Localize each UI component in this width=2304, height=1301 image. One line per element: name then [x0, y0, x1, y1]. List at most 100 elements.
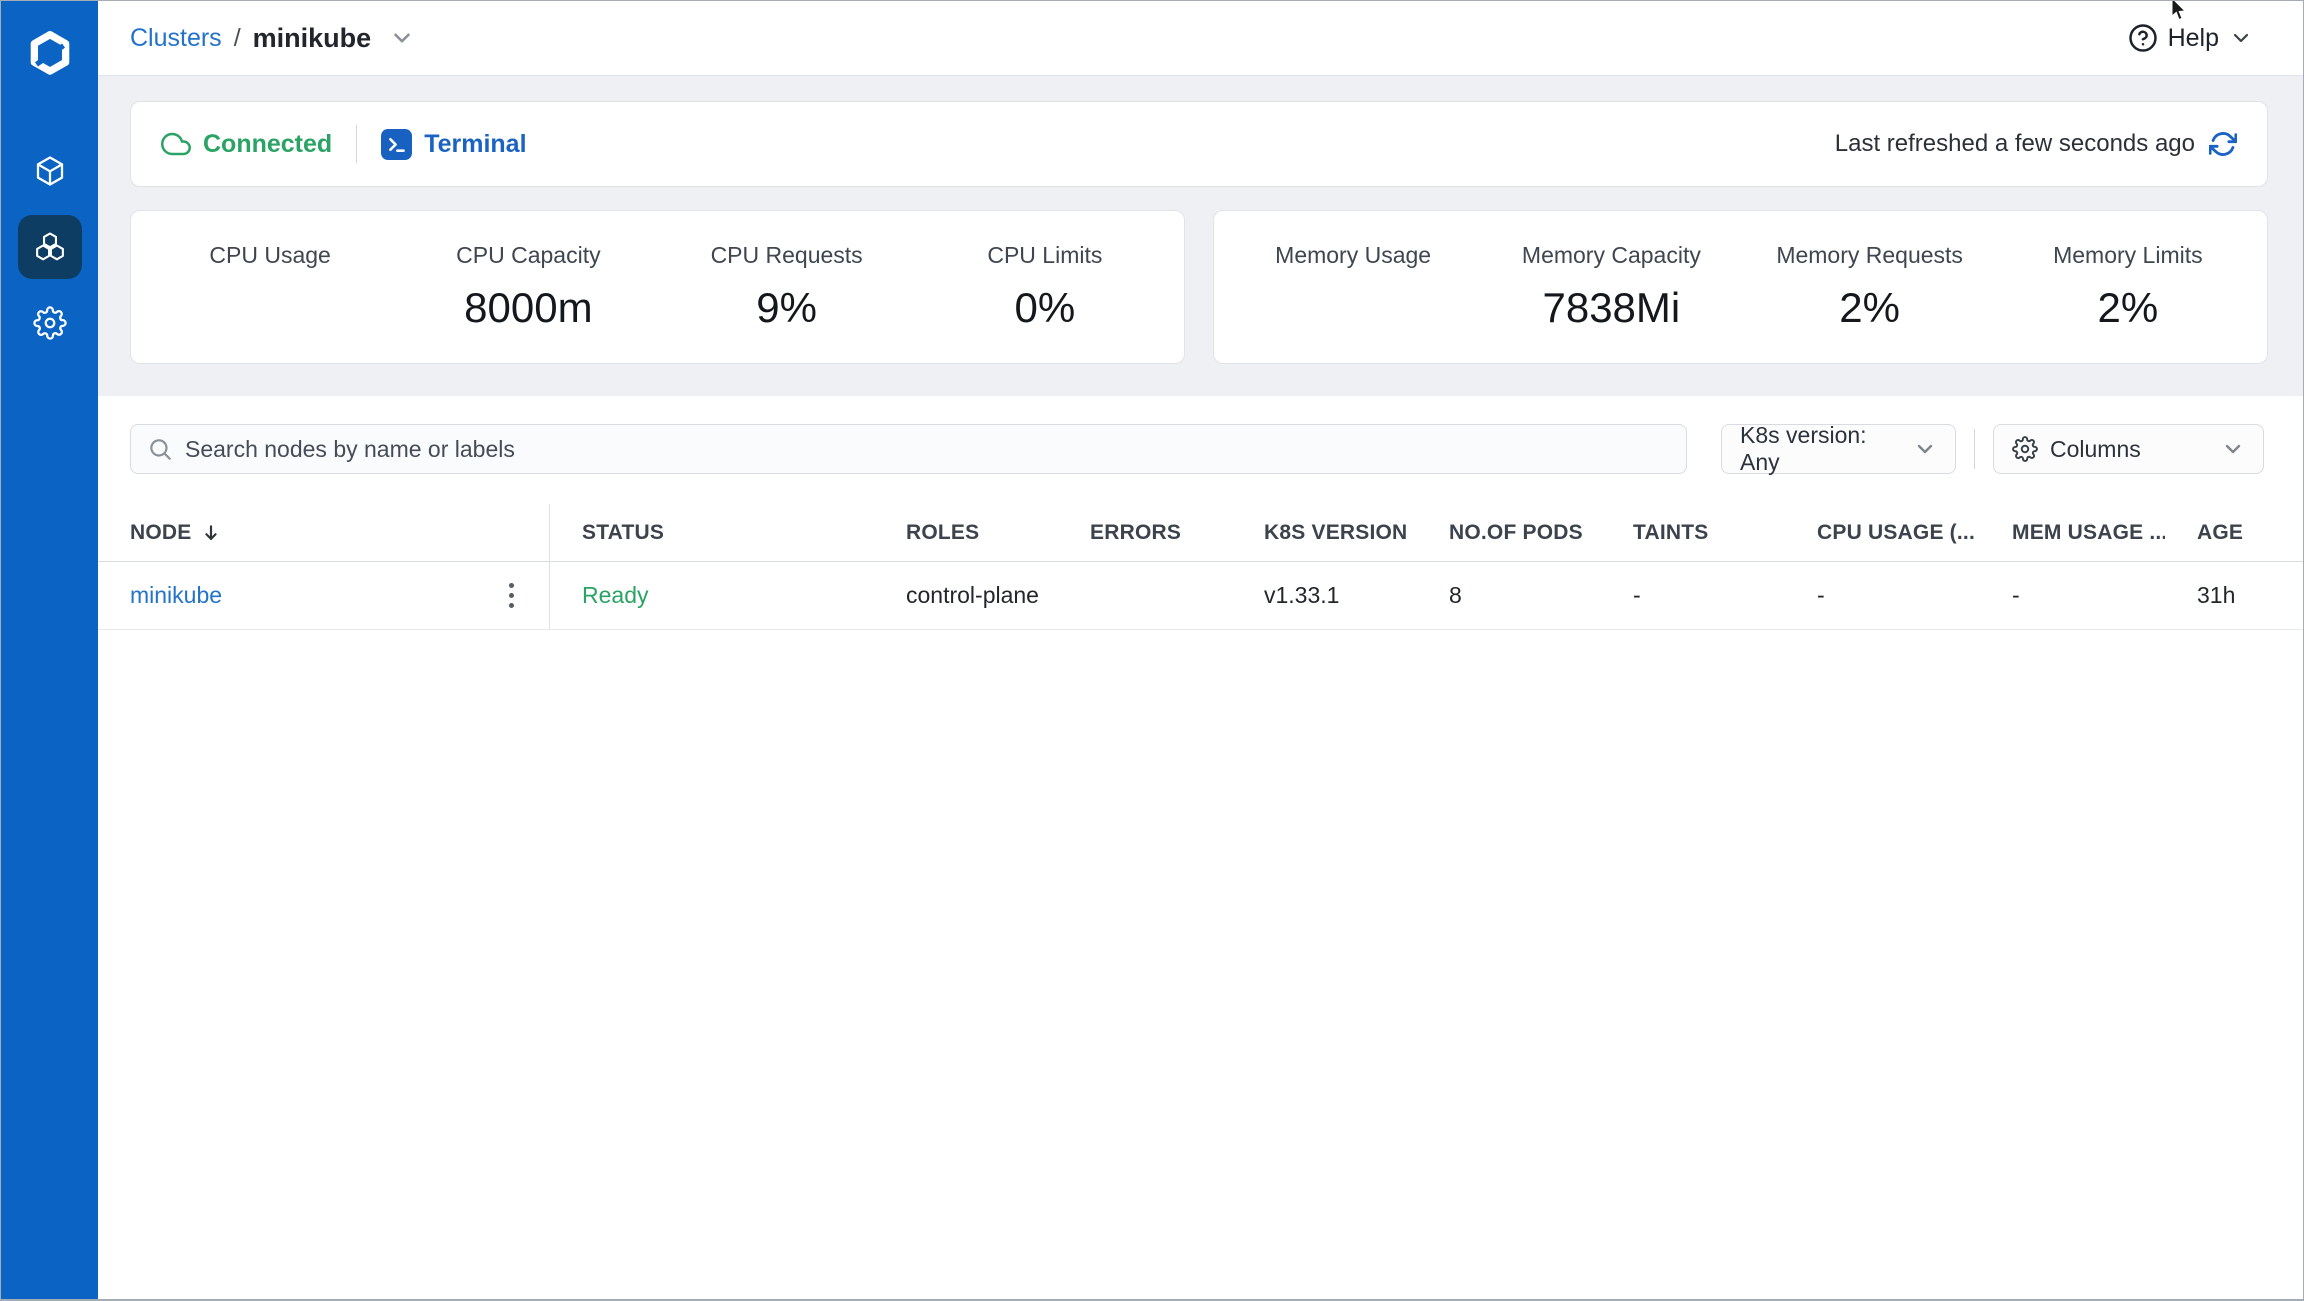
stat-value: 0%: [1015, 283, 1076, 333]
connection-status-label: Connected: [203, 130, 332, 159]
stat-label: CPU Limits: [987, 242, 1102, 269]
filters-row: K8s version: Any Columns: [130, 424, 2268, 474]
k8s-version-filter-dropdown[interactable]: K8s version: Any: [1721, 424, 1956, 474]
column-header-mem-usage[interactable]: MEM USAGE ...: [1980, 504, 2165, 561]
pods-value: 8: [1449, 582, 1462, 609]
columns-dropdown-label: Columns: [2050, 436, 2209, 463]
column-header-roles[interactable]: ROLES: [874, 504, 1058, 561]
column-header-errors[interactable]: ERRORS: [1058, 504, 1232, 561]
stat-cpu-usage: CPU Usage: [141, 242, 399, 333]
stat-memory-limits: Memory Limits 2%: [1999, 242, 2257, 333]
taints-cell: -: [1601, 562, 1785, 629]
cpu-usage-cell: -: [1785, 562, 1980, 629]
sort-desc-icon: [201, 523, 221, 543]
stat-value: 2%: [1839, 283, 1900, 333]
breadcrumb-current-cluster: minikube: [253, 23, 372, 54]
sidebar-item-settings[interactable]: [18, 291, 82, 355]
column-header-node[interactable]: NODE: [98, 504, 550, 561]
node-cell: minikube: [98, 562, 550, 629]
kebab-menu-icon[interactable]: [493, 578, 529, 614]
age-value: 31h: [2197, 582, 2235, 609]
sidebar-item-resources[interactable]: [18, 139, 82, 203]
mem-usage-cell: -: [1980, 562, 2165, 629]
stat-cpu-capacity: CPU Capacity 8000m: [399, 242, 657, 333]
stat-value: 9%: [756, 283, 817, 333]
column-header-label: AGE: [2197, 521, 2243, 545]
terminal-label: Terminal: [424, 130, 526, 159]
refresh-button[interactable]: [2209, 130, 2237, 158]
cube-icon: [32, 153, 68, 189]
column-header-age[interactable]: AGE: [2165, 504, 2303, 561]
column-header-label: TAINTS: [1633, 521, 1708, 545]
table-header-row: NODE STATUS ROLES ERRORS K8S VERSION NO.…: [98, 504, 2303, 562]
taints-value: -: [1633, 582, 1641, 609]
breadcrumb: Clusters / minikube: [130, 23, 415, 54]
memory-stats-card: Memory Usage Memory Capacity 7838Mi Memo…: [1213, 210, 2268, 364]
stat-memory-capacity: Memory Capacity 7838Mi: [1482, 242, 1740, 333]
breadcrumb-clusters-link[interactable]: Clusters: [130, 24, 222, 53]
k8s-version-cell: v1.33.1: [1232, 562, 1417, 629]
stat-value: 7838Mi: [1542, 283, 1680, 333]
gear-icon: [2012, 436, 2038, 462]
last-refreshed-text: Last refreshed a few seconds ago: [1835, 130, 2195, 158]
columns-config-dropdown[interactable]: Columns: [1993, 424, 2264, 474]
column-header-label: ERRORS: [1090, 521, 1181, 545]
main-area: Clusters / minikube Help: [98, 1, 2303, 1299]
cpu-stats-card: CPU Usage CPU Capacity 8000m CPU Request…: [130, 210, 1185, 364]
stat-label: CPU Requests: [711, 242, 863, 269]
app-logo[interactable]: [24, 29, 76, 81]
stats-row: CPU Usage CPU Capacity 8000m CPU Request…: [130, 210, 2268, 364]
chevron-down-icon: [389, 25, 415, 51]
k8s-version-value: v1.33.1: [1264, 582, 1339, 609]
column-header-label: MEM USAGE ...: [2012, 521, 2165, 545]
cluster-switcher-button[interactable]: [389, 25, 415, 51]
refresh-icon: [2209, 130, 2237, 158]
mem-usage-value: -: [2012, 582, 2020, 609]
cluster-overview-section: Connected Terminal Last refreshed a few …: [98, 76, 2303, 396]
cluster-icon: [32, 229, 68, 265]
gear-icon: [33, 306, 67, 340]
column-header-label: K8S VERSION: [1264, 521, 1407, 545]
help-menu-button[interactable]: Help: [2128, 23, 2253, 53]
node-search: [130, 424, 1687, 474]
column-header-pods[interactable]: NO.OF PODS: [1417, 504, 1601, 561]
stat-value: 2%: [2098, 283, 2159, 333]
pods-cell: 8: [1417, 562, 1601, 629]
table-row: minikube Ready control-plane v1.33.1 8 -…: [98, 562, 2303, 630]
roles-value: control-plane: [906, 582, 1039, 609]
cpu-usage-value: -: [1817, 582, 1825, 609]
stat-cpu-limits: CPU Limits 0%: [916, 242, 1174, 333]
column-header-label: CPU USAGE (...: [1817, 521, 1975, 545]
column-header-label: STATUS: [582, 521, 664, 545]
chevron-down-icon: [2229, 26, 2253, 50]
sidebar-item-nodes[interactable]: [18, 215, 82, 279]
k8s-version-filter-value: K8s version: Any: [1740, 422, 1901, 476]
hex-link-logo-icon: [25, 30, 75, 80]
column-header-label: ROLES: [906, 521, 979, 545]
column-header-k8s-version[interactable]: K8S VERSION: [1232, 504, 1417, 561]
stat-memory-usage: Memory Usage: [1224, 242, 1482, 333]
column-header-cpu-usage[interactable]: CPU USAGE (...: [1785, 504, 1980, 561]
app-window: Clusters / minikube Help: [0, 0, 2304, 1301]
terminal-icon: [381, 129, 412, 160]
stat-cpu-requests: CPU Requests 9%: [658, 242, 916, 333]
stat-label: Memory Requests: [1776, 242, 1963, 269]
sidebar-nav: [18, 139, 82, 355]
status-badge: Ready: [582, 582, 648, 609]
nodes-list-section: K8s version: Any Columns NODE: [98, 396, 2303, 1299]
nodes-table: NODE STATUS ROLES ERRORS K8S VERSION NO.…: [98, 504, 2303, 630]
cloud-icon: [161, 129, 191, 159]
column-header-label: NO.OF PODS: [1449, 521, 1583, 545]
help-label: Help: [2168, 24, 2219, 53]
chevron-down-icon: [1913, 437, 1937, 461]
search-input[interactable]: [185, 436, 1670, 463]
column-header-status[interactable]: STATUS: [550, 504, 874, 561]
column-header-taints[interactable]: TAINTS: [1601, 504, 1785, 561]
terminal-button[interactable]: Terminal: [381, 129, 526, 160]
help-circle-icon: [2128, 23, 2158, 53]
stat-label: Memory Usage: [1275, 242, 1431, 269]
node-name-link[interactable]: minikube: [130, 582, 222, 609]
connection-status-badge: Connected: [161, 129, 332, 159]
divider: [356, 125, 357, 163]
divider: [1974, 429, 1975, 469]
